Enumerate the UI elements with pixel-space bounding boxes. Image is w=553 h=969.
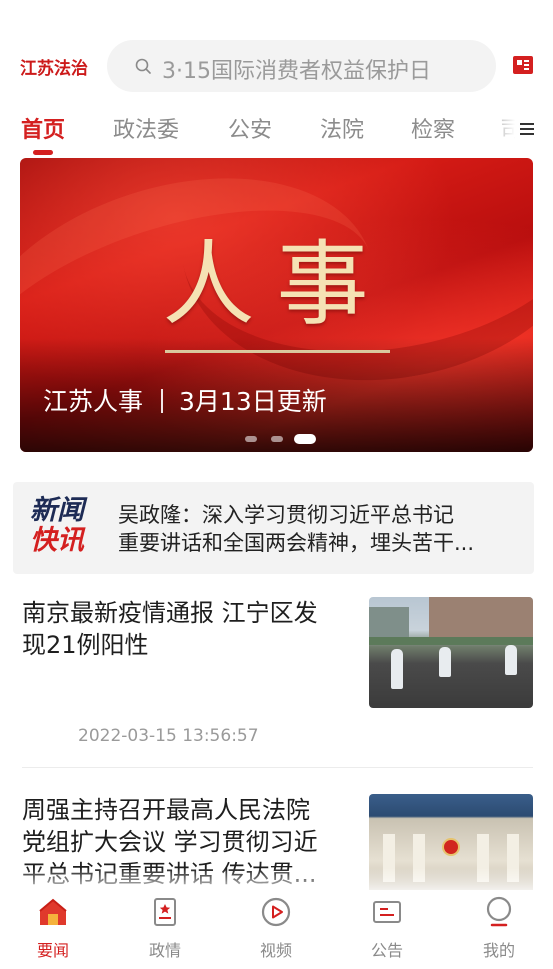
carousel-dot-active[interactable] <box>294 434 316 444</box>
search-placeholder: 3·15国际消费者权益保护日 <box>162 59 431 84</box>
notice-icon <box>373 901 401 923</box>
tab-political-legal[interactable]: 政法委 <box>113 112 179 144</box>
article-title-line: 党组扩大会议 学习贯彻习近 <box>22 828 318 856</box>
nav-label: 视频 <box>259 941 292 960</box>
channel-tabs: 首页 政法委 公安 法院 检察 司 <box>0 104 553 156</box>
tab-police[interactable]: 公安 <box>228 112 272 144</box>
nav-item-video[interactable]: 视频 <box>221 890 331 969</box>
top-header: 江苏法治 3·15国际消费者权益保护日 <box>0 36 553 96</box>
nav-item-profile[interactable]: 我的 <box>444 890 553 969</box>
menu-icon <box>520 123 534 135</box>
thumb-trees <box>369 637 533 645</box>
search-icon <box>135 58 151 74</box>
newspaper-icon[interactable] <box>513 56 533 74</box>
tab-procuratorate[interactable]: 检察 <box>411 112 455 144</box>
thumb-building <box>429 597 533 639</box>
flash-text-line2: 重要讲话和全国两会精神，埋头苦干... <box>118 531 475 555</box>
nav-item-notice[interactable]: 公告 <box>332 890 442 969</box>
flash-news-bar[interactable]: 新闻 快讯 吴政隆：深入学习贯彻习近平总书记 重要讲话和全国两会精神，埋头苦干.… <box>13 482 534 574</box>
article-time: 2022-03-15 13:56:57 <box>78 726 259 746</box>
flash-text-line1: 吴政隆：深入学习贯彻习近平总书记 <box>118 503 454 527</box>
banner-carousel[interactable]: 人事 江苏人事 3月13日更新 <box>20 158 533 452</box>
profile-icon <box>486 896 512 927</box>
flash-logo-line2: 快讯 <box>30 525 84 556</box>
tab-menu-button[interactable] <box>490 104 553 152</box>
carousel-dot[interactable] <box>245 436 257 442</box>
banner-caption-source: 江苏人事 <box>43 387 144 416</box>
article-thumbnail <box>369 597 533 708</box>
article-title-line: 现21例阳性 <box>22 631 149 659</box>
banner-headline: 人事 <box>162 231 391 338</box>
app-root: 江苏法治 3·15国际消费者权益保护日 首页 政法委 公安 法院 检察 司 人事… <box>0 0 553 969</box>
nav-label: 我的 <box>482 941 515 960</box>
nav-item-politics[interactable]: 政情 <box>110 890 220 969</box>
tab-home[interactable]: 首页 <box>21 112 65 144</box>
home-icon <box>39 898 67 925</box>
thumb-building <box>369 607 409 637</box>
video-play-icon <box>261 897 291 927</box>
court-emblem <box>442 838 460 856</box>
banner-caption-update: 3月13日更新 <box>179 387 327 416</box>
active-tab-indicator <box>33 150 53 155</box>
list-divider <box>22 767 533 768</box>
banner-caption: 江苏人事 3月13日更新 <box>43 382 327 418</box>
flash-news-logo: 新闻 快讯 <box>30 496 100 556</box>
article-title-line: 南京最新疫情通报 江宁区发 <box>22 599 318 627</box>
nav-item-news[interactable]: 要闻 <box>0 890 108 969</box>
tab-court[interactable]: 法院 <box>320 112 364 144</box>
app-logo[interactable]: 江苏法治 <box>20 54 88 79</box>
caption-separator <box>161 389 164 413</box>
thumb-person <box>439 647 451 677</box>
news-list-item[interactable]: 南京最新疫情通报 江宁区发 现21例阳性 2022-03-15 13:56:57 <box>22 597 533 757</box>
thumb-person <box>391 649 403 689</box>
document-star-icon <box>154 898 176 926</box>
search-bar[interactable]: 3·15国际消费者权益保护日 <box>107 40 496 92</box>
carousel-dot[interactable] <box>271 436 283 442</box>
article-title-line: 周强主持召开最高人民法院 <box>22 796 310 824</box>
nav-label: 政情 <box>148 941 181 960</box>
article-title: 南京最新疫情通报 江宁区发 现21例阳性 <box>22 597 352 661</box>
flash-logo-line1: 新闻 <box>30 495 84 526</box>
nav-label: 要闻 <box>36 941 69 960</box>
nav-label: 公告 <box>370 941 403 960</box>
bottom-navigation: 要闻 政情 视频 公告 我的 <box>0 890 553 969</box>
flash-news-text: 吴政隆：深入学习贯彻习近平总书记 重要讲话和全国两会精神，埋头苦干... <box>118 501 498 559</box>
thumb-person <box>505 645 517 675</box>
